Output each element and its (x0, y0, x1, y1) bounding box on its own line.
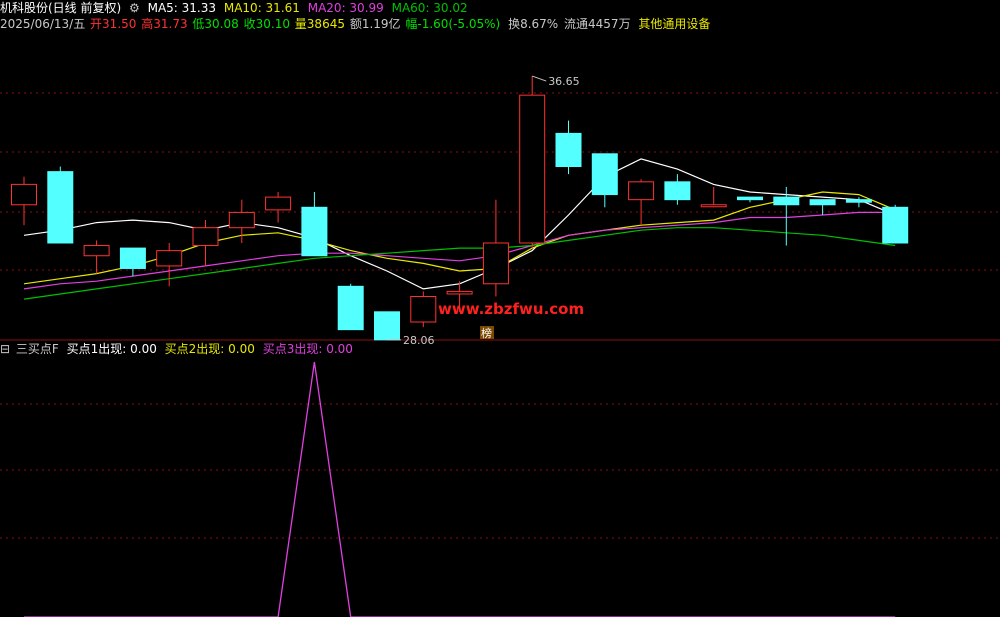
candle-body (809, 199, 836, 206)
candle-body (337, 285, 364, 331)
ma-line-ma5 (23, 158, 896, 290)
candle (119, 247, 146, 277)
candle-body (773, 196, 800, 206)
candle (83, 240, 110, 274)
candle-body (737, 196, 763, 201)
candle (555, 120, 582, 175)
candle (737, 196, 763, 203)
candle (664, 174, 691, 205)
candle-body (700, 204, 727, 208)
high-price-label: 36.65 (548, 75, 580, 88)
candle-body (156, 250, 183, 267)
candle (228, 199, 255, 243)
candle (47, 166, 74, 244)
candle-body (664, 181, 691, 201)
candle (482, 199, 509, 297)
candle (882, 204, 909, 244)
ma-line-ma20 (23, 211, 896, 290)
ma-line-ma10 (23, 191, 896, 285)
candle (591, 153, 618, 208)
moving-average-lines (23, 158, 896, 300)
candle (192, 220, 219, 266)
chart-canvas[interactable]: 36.65 28.06 www.zbzfwu.com 榜 (0, 0, 1000, 617)
sub-indicator-plot (24, 361, 896, 617)
candle-body (265, 196, 292, 211)
candle (628, 179, 655, 226)
candle-body (845, 199, 872, 203)
buy3-line (24, 361, 896, 617)
candle (265, 192, 292, 223)
candle-body (446, 290, 473, 295)
candle-body (11, 183, 37, 206)
candle (700, 186, 727, 208)
mark-pointer (532, 75, 547, 82)
candle-body (482, 242, 509, 285)
candle-body (410, 296, 437, 323)
candle-body (555, 132, 582, 168)
candle (11, 176, 37, 226)
candle (337, 283, 364, 331)
watermark: www.zbzfwu.com (438, 300, 584, 318)
candle-body (628, 181, 655, 201)
candle (809, 199, 836, 215)
low-price-label: 28.06 (403, 334, 435, 347)
candle-body (228, 211, 255, 229)
candle-body (119, 247, 146, 269)
candle (374, 311, 400, 341)
candle-body (83, 245, 110, 257)
candle-body (47, 171, 74, 244)
candle-body (301, 206, 328, 257)
candle-body (882, 206, 909, 244)
candle (519, 76, 546, 249)
candle (301, 192, 328, 257)
candle-body (519, 94, 546, 244)
candle (410, 291, 437, 328)
candle-body (591, 153, 618, 196)
badge-icon[interactable]: 榜 (481, 326, 492, 340)
candle-body (374, 311, 400, 341)
candle-body (192, 227, 219, 247)
